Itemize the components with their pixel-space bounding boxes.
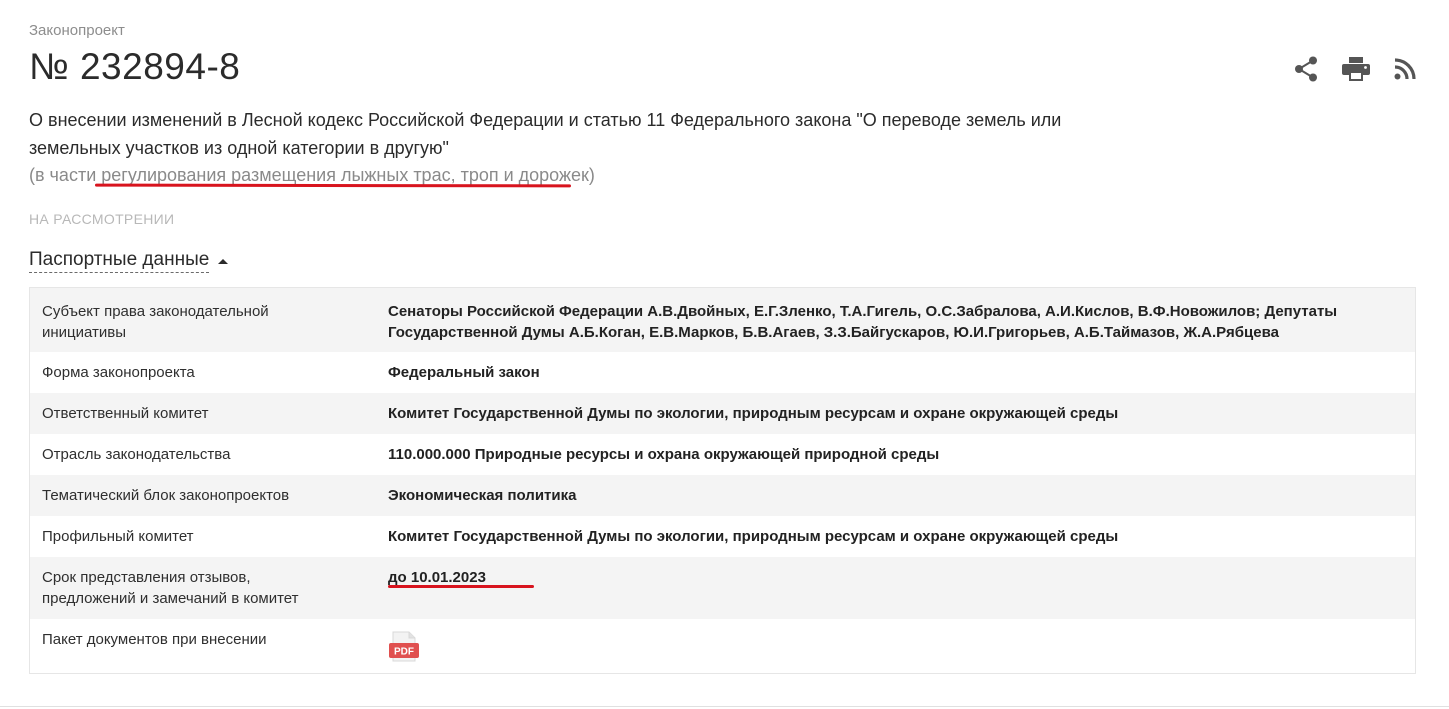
row-key: Тематический блок законопроектов xyxy=(42,487,290,504)
review-deadline: до 10.01.2023 xyxy=(388,569,486,586)
row-key: Форма законопроекта xyxy=(42,364,195,381)
deadline-red-underline xyxy=(388,585,534,588)
caret-up-icon xyxy=(218,258,229,264)
bill-actions xyxy=(1294,56,1416,82)
print-icon[interactable] xyxy=(1342,57,1370,81)
pdf-label: PDF xyxy=(394,647,414,658)
bill-kind-label: Законопроект xyxy=(29,22,125,39)
passport-toggle-label: Паспортные данные xyxy=(29,249,210,273)
row-key: Субъект права законодательной инициативы xyxy=(42,303,269,341)
row-value: Сенаторы Российской Федерации А.В.Двойны… xyxy=(388,303,1338,341)
bill-title-line-2: земельных участков из одной категории в … xyxy=(29,138,449,158)
bill-number: № 232894-8 xyxy=(29,46,241,87)
row-value: 110.000.000 Природные ресурсы и охрана о… xyxy=(388,446,940,463)
table-row: Тематический блок законопроектов Экономи… xyxy=(30,475,1415,516)
rss-icon[interactable] xyxy=(1394,58,1416,80)
row-value: до 10.01.2023 xyxy=(388,567,1415,619)
row-value: Федеральный закон xyxy=(388,364,540,381)
row-value: Комитет Государственной Думы по экологии… xyxy=(388,405,1119,422)
passport-toggle[interactable]: Паспортные данные xyxy=(29,249,229,273)
bill-note-highlight: регулирования размещения лыжных трас, тр… xyxy=(101,165,595,185)
row-key: Профильный комитет xyxy=(42,528,194,545)
pdf-file-icon[interactable]: PDF xyxy=(388,631,420,669)
table-row: Срок представления отзывов, предложений … xyxy=(30,557,1415,619)
table-row: Пакет документов при внесении PDF xyxy=(30,619,1415,673)
row-key: Ответственный комитет xyxy=(42,405,209,422)
table-row: Профильный комитет Комитет Государственн… xyxy=(30,516,1415,557)
row-value: Экономическая политика xyxy=(388,487,577,504)
row-key: Отрасль законодательства xyxy=(42,446,231,463)
row-key: Срок представления отзывов, предложений … xyxy=(42,569,299,607)
share-icon[interactable] xyxy=(1294,56,1318,82)
table-row: Отрасль законодательства 110.000.000 При… xyxy=(30,434,1415,475)
row-value: PDF xyxy=(388,629,1415,673)
table-row: Форма законопроекта Федеральный закон xyxy=(30,352,1415,393)
status-badge: НА РАССМОТРЕНИИ xyxy=(29,211,175,227)
row-value: Комитет Государственной Думы по экологии… xyxy=(388,528,1119,545)
page-bottom-divider xyxy=(0,706,1449,707)
passport-table: Субъект права законодательной инициативы… xyxy=(29,287,1416,674)
row-key: Пакет документов при внесении xyxy=(42,631,267,648)
bill-title: О внесении изменений в Лесной кодекс Рос… xyxy=(29,106,1109,162)
table-row: Ответственный комитет Комитет Государств… xyxy=(30,393,1415,434)
bill-title-line-1: О внесении изменений в Лесной кодекс Рос… xyxy=(29,110,1062,130)
table-row: Субъект права законодательной инициативы… xyxy=(30,288,1415,352)
bill-note-prefix: (в части xyxy=(29,165,102,185)
